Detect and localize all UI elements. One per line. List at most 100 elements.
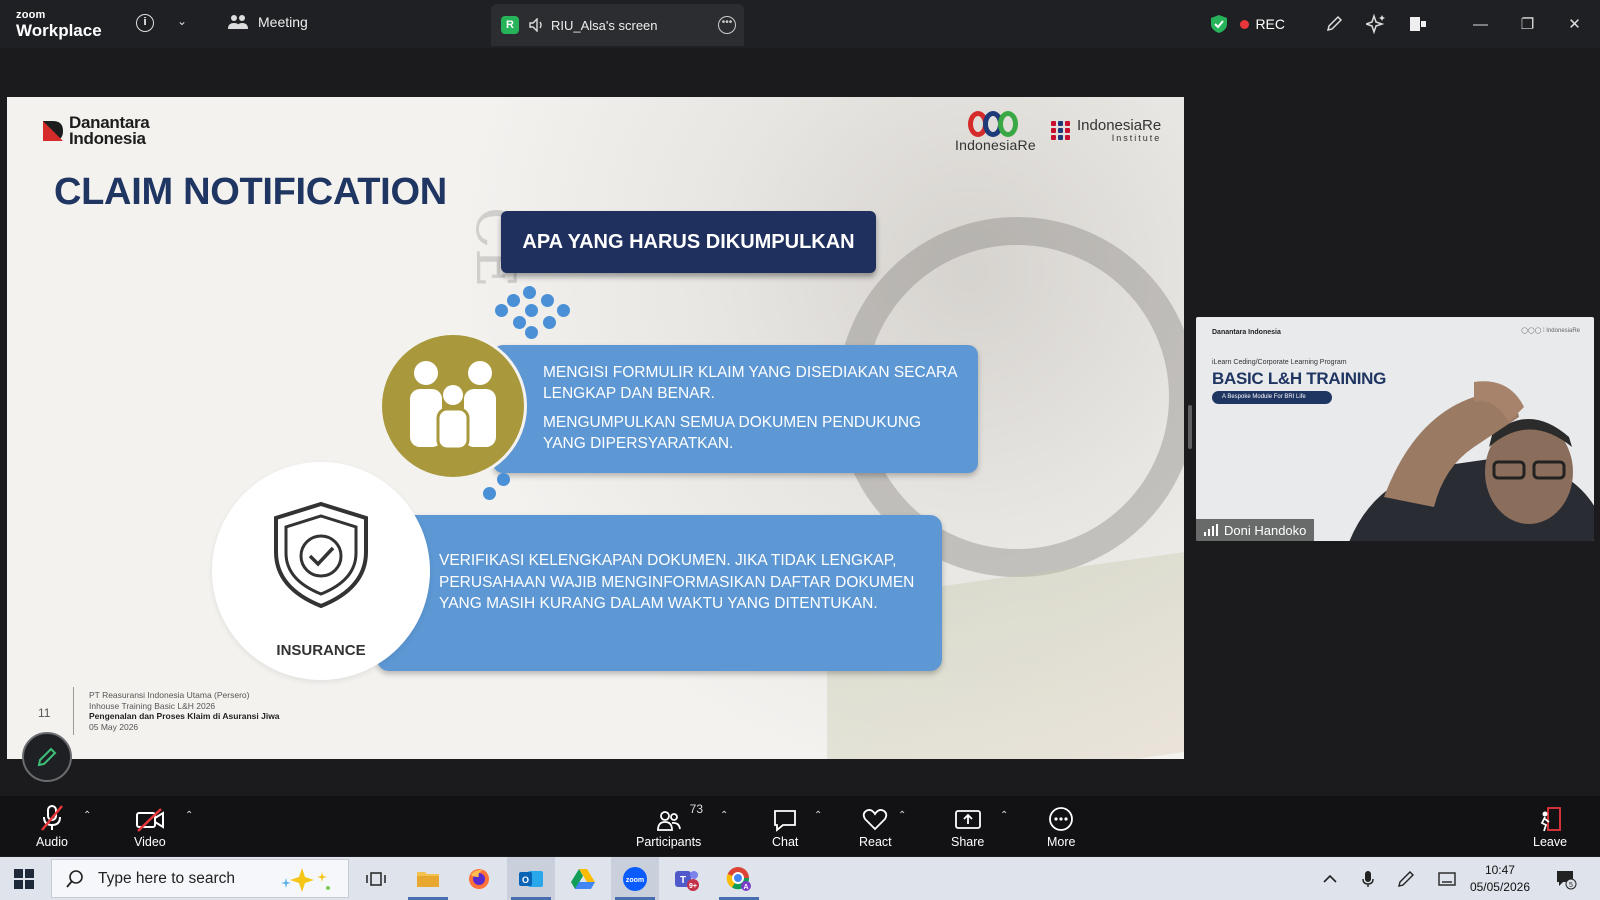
slide-title: CLAIM NOTIFICATION <box>54 171 447 213</box>
participants-icon <box>656 811 681 831</box>
recording-label: REC <box>1255 16 1285 32</box>
participant-name: Doni Handoko <box>1224 522 1307 538</box>
audio-button[interactable]: Audio <box>36 802 68 849</box>
video-bg-subtitle: iLearn Ceding/Corporate Learning Program <box>1212 359 1347 366</box>
danantara-mark-icon <box>43 121 63 141</box>
participants-button[interactable]: 73 Participants <box>636 802 704 849</box>
slide-footer: PT Reasuransi Indonesia Utama (Persero) … <box>89 690 280 732</box>
participant-video-tile[interactable]: Danantara Indonesia ◯◯◯ ⁞ IndonesiaRe iL… <box>1196 317 1594 541</box>
heart-icon <box>863 809 888 831</box>
google-drive-icon[interactable] <box>559 857 607 900</box>
verification-text: VERIFIKASI KELENGKAPAN DOKUMEN. JIKA TID… <box>439 552 915 612</box>
outlook-icon[interactable]: O <box>507 857 555 900</box>
task-view-icon[interactable] <box>352 857 400 900</box>
restore-window-icon[interactable]: ❐ <box>1504 15 1551 33</box>
zoom-workplace-logo: zoom Workplace <box>16 9 102 40</box>
windows-start-icon[interactable] <box>14 869 34 889</box>
meeting-info-icon[interactable]: i <box>136 14 154 32</box>
svg-text:T: T <box>680 875 686 886</box>
windows-taskbar: Type here to search O zoom T 9+ A 10:47 … <box>0 857 1600 900</box>
shared-screen-tab-label: RIU_Alsa's screen <box>551 17 658 33</box>
svg-text:O: O <box>522 875 529 885</box>
participants-count: 73 <box>689 802 704 816</box>
video-bg-pill: A Bespoke Module For BRI Life <box>1212 391 1332 404</box>
notification-center-icon[interactable]: 5 <box>1546 857 1586 900</box>
chat-options-caret-icon[interactable]: ⌃ <box>814 810 822 821</box>
pencil-icon <box>37 747 57 767</box>
panel-resize-handle[interactable] <box>1188 405 1192 449</box>
side-panel-icon[interactable] <box>1397 15 1439 33</box>
requirement-documents: MENGUMPULKAN SEMUA DOKUMEN PENDUKUNG YAN… <box>543 414 922 452</box>
chevron-down-icon[interactable]: ⌄ <box>177 14 187 28</box>
family-icon <box>410 361 496 451</box>
danantara-logo: Danantara Indonesia <box>41 114 150 147</box>
svg-text:9+: 9+ <box>689 883 697 890</box>
zoom-app-icon[interactable]: zoom <box>611 857 659 900</box>
share-options-caret-icon[interactable]: ⌃ <box>1000 810 1008 821</box>
section-header: APA YANG HARUS DIKUMPULKAN <box>501 211 876 273</box>
indonesiare-logo: IndonesiaRe <box>955 111 1036 153</box>
family-icon-circle <box>379 332 527 480</box>
participants-options-caret-icon[interactable]: ⌃ <box>720 810 728 821</box>
recording-dot-icon <box>1240 19 1250 29</box>
slide-page-number: 11 <box>38 706 51 720</box>
shield-check-icon <box>274 501 368 609</box>
audio-options-caret-icon[interactable]: ⌃ <box>83 810 91 821</box>
share-button[interactable]: Share <box>951 802 984 849</box>
tray-microphone-icon[interactable] <box>1348 857 1388 900</box>
microphone-muted-icon <box>41 805 63 831</box>
chrome-icon[interactable]: A <box>715 857 763 900</box>
meeting-tab-label: Meeting <box>258 14 308 30</box>
taskbar-search-box[interactable]: Type here to search <box>51 859 349 898</box>
sharer-avatar-badge: R <box>501 16 519 34</box>
close-window-icon[interactable]: ✕ <box>1551 15 1598 33</box>
video-button[interactable]: Video <box>134 802 166 849</box>
encryption-shield-icon[interactable] <box>1198 14 1240 34</box>
leave-button[interactable]: Leave <box>1533 802 1567 849</box>
tray-overflow-chevron-icon[interactable] <box>1310 857 1350 900</box>
more-button[interactable]: More <box>1047 802 1075 849</box>
video-bg-partner-logo: ◯◯◯ ⁞ IndonesiaRe <box>1521 328 1580 334</box>
shared-screen-tab[interactable]: R RIU_Alsa's screen ••• <box>491 4 744 46</box>
recording-indicator[interactable]: REC <box>1240 16 1285 32</box>
svg-text:A: A <box>743 884 748 891</box>
svg-text:zoom: zoom <box>626 877 644 884</box>
more-options-icon[interactable]: ••• <box>718 16 736 34</box>
taskbar-clock[interactable]: 10:47 05/05/2026 <box>1470 862 1530 896</box>
react-options-caret-icon[interactable]: ⌃ <box>898 810 906 821</box>
search-placeholder: Type here to search <box>98 869 235 887</box>
insurance-label: INSURANCE <box>276 642 366 659</box>
verification-box: VERIFIKASI KELENGKAPAN DOKUMEN. JIKA TID… <box>377 515 942 671</box>
camera-off-icon <box>135 808 164 832</box>
firefox-icon[interactable] <box>455 857 503 900</box>
insurance-icon-circle: INSURANCE <box>212 462 430 680</box>
svg-text:5: 5 <box>1569 882 1573 889</box>
participant-name-tag: Doni Handoko <box>1196 519 1315 541</box>
video-bg-logo: Danantara Indonesia <box>1212 329 1281 336</box>
meeting-people-icon <box>228 15 248 29</box>
tray-keyboard-icon[interactable] <box>1427 857 1467 900</box>
tray-pen-icon[interactable] <box>1386 857 1426 900</box>
clock-time: 10:47 <box>1484 863 1515 877</box>
meeting-tab[interactable]: Meeting <box>228 14 308 30</box>
indonesiare-rings-icon <box>955 111 1036 137</box>
teams-icon[interactable]: T 9+ <box>663 857 711 900</box>
meeting-controls-toolbar: Audio ⌃ Video ⌃ 73 Participants ⌃ Chat ⌃… <box>0 796 1600 856</box>
indonesiare-institute-logo: IndonesiaRe Institute <box>1051 118 1161 143</box>
minimize-window-icon[interactable]: — <box>1457 16 1504 33</box>
video-options-caret-icon[interactable]: ⌃ <box>185 810 193 821</box>
footer-divider <box>73 687 74 735</box>
annotate-pen-icon[interactable] <box>1313 15 1355 33</box>
requirement-box-1: MENGISI FORMULIR KLAIM YANG DISEDIAKAN S… <box>493 345 978 473</box>
chat-button[interactable]: Chat <box>772 802 798 849</box>
speaker-icon <box>529 18 542 32</box>
file-explorer-icon[interactable] <box>404 857 452 900</box>
requirement-form: MENGISI FORMULIR KLAIM YANG DISEDIAKAN S… <box>543 364 957 402</box>
signal-strength-icon <box>1204 524 1218 536</box>
zoom-window: zoom Workplace i ⌄ Meeting R RIU_Alsa's … <box>0 0 1600 900</box>
ai-companion-icon[interactable] <box>1355 14 1397 34</box>
leave-door-icon <box>1540 807 1561 832</box>
clock-date: 05/05/2026 <box>1469 880 1530 894</box>
annotation-pen-button[interactable] <box>22 732 72 782</box>
react-button[interactable]: React <box>859 802 892 849</box>
